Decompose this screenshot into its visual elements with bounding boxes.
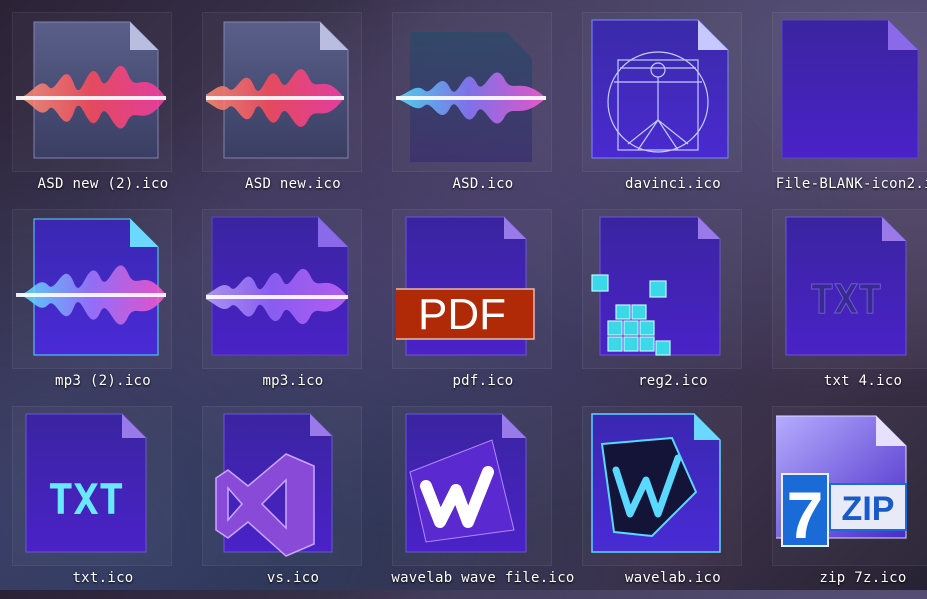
file-name: wavelab wave file.ico — [391, 570, 575, 586]
audio-wave-blue-icon — [396, 32, 546, 162]
file-name: vs.ico — [266, 570, 320, 586]
audio-wave-cyan-icon — [16, 218, 166, 356]
pdf-file-icon: PDF — [396, 216, 535, 356]
pdf-badge: PDF — [418, 290, 506, 339]
file-item[interactable]: 7 ZIP zip 7z.ico — [768, 402, 927, 599]
file-item[interactable]: File-BLANK-icon2.ico — [768, 8, 927, 205]
txt-glow-file-icon: TXT — [25, 413, 147, 553]
file-item[interactable]: TXT txt.ico — [8, 402, 198, 599]
wavelab-file-icon — [405, 413, 527, 553]
7zip-badge-text: ZIP — [842, 490, 895, 528]
file-item[interactable]: vs.ico — [198, 402, 388, 599]
blank-file-icon — [781, 19, 919, 159]
registry-cubes-icon — [591, 216, 721, 356]
file-item[interactable]: wavelab wave file.ico — [388, 402, 578, 599]
audio-wave-red-icon — [206, 21, 349, 159]
file-name: ASD new (2).ico — [37, 176, 169, 192]
file-name: zip 7z.ico — [819, 570, 907, 586]
txt-file-icon: TXT — [785, 216, 907, 356]
visual-studio-icon — [215, 413, 333, 557]
txt-badge: TXT — [810, 277, 882, 323]
file-name: pdf.ico — [452, 373, 514, 389]
file-item[interactable]: ASD.ico — [388, 8, 578, 205]
wavelab-icon — [591, 413, 721, 553]
file-item[interactable]: ASD new.ico — [198, 8, 388, 205]
file-name: txt.ico — [72, 570, 134, 586]
file-name: reg2.ico — [638, 373, 708, 389]
file-name: txt 4.ico — [823, 373, 903, 389]
file-name: davinci.ico — [624, 176, 722, 192]
file-name: ASD.ico — [452, 176, 514, 192]
audio-wave-purple-icon — [206, 216, 349, 356]
7zip-icon: 7 ZIP — [776, 415, 907, 552]
txt-badge: TXT — [48, 475, 124, 524]
file-item[interactable]: TXT txt 4.ico — [768, 205, 927, 402]
file-item[interactable]: reg2.ico — [578, 205, 768, 402]
vitruvian-man-icon — [591, 19, 729, 159]
file-item[interactable]: ASD new (2).ico — [8, 8, 198, 205]
file-item[interactable]: PDF pdf.ico — [388, 205, 578, 402]
file-item[interactable]: davinci.ico — [578, 8, 768, 205]
file-name: File-BLANK-icon2.ico — [775, 176, 927, 192]
file-name: ASD new.ico — [244, 176, 342, 192]
file-item[interactable]: mp3.ico — [198, 205, 388, 402]
file-name: mp3 (2).ico — [54, 373, 152, 389]
file-name: wavelab.ico — [624, 570, 722, 586]
audio-wave-red-icon — [16, 21, 166, 159]
file-name: mp3.ico — [262, 373, 324, 389]
file-item[interactable]: mp3 (2).ico — [8, 205, 198, 402]
file-icon-grid: ASD new (2).ico ASD new.ico ASD.ico davi… — [0, 0, 927, 590]
file-item[interactable]: wavelab.ico — [578, 402, 768, 599]
7zip-badge-number: 7 — [787, 478, 824, 552]
